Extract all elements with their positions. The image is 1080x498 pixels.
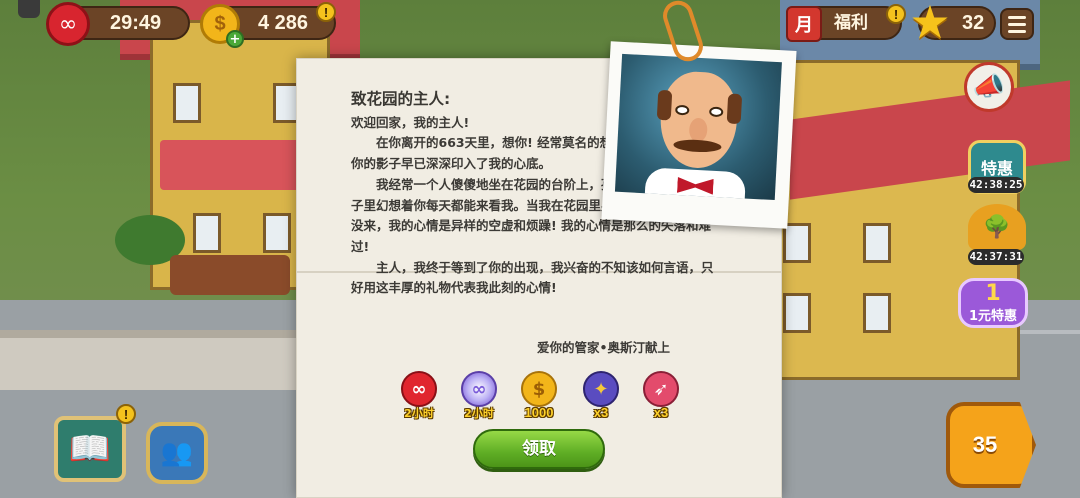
reward-label: x3 <box>593 405 609 420</box>
butler-shirt <box>644 167 747 201</box>
special-offer-timer: 42:38:25 <box>968 177 1024 193</box>
journal-alert-icon: ! <box>116 404 136 424</box>
one-yuan-offer-button[interactable]: 1 1元特惠 <box>958 278 1028 328</box>
rocket-icon: ➶ <box>643 371 679 407</box>
flowerbed <box>170 255 290 295</box>
reward-label: 2小时 <box>404 407 434 420</box>
bomb-icon: ✦ <box>583 371 619 407</box>
rainbow-infinity-icon: ∞ <box>461 371 497 407</box>
journal-icon: 📖 <box>68 429 112 469</box>
bonus-alert-icon: ! <box>886 4 906 24</box>
reward-coins: $ 1000 <box>515 371 563 427</box>
coins-alert-icon: ! <box>316 2 336 22</box>
coin-icon: $ <box>521 371 557 407</box>
level-number: 35 <box>972 432 998 457</box>
left-house-window <box>193 213 221 253</box>
coins-amount: 4 286 <box>258 12 309 34</box>
heart-icon: ∞ <box>401 371 437 407</box>
reward-bomb-booster: ✦ x3 <box>577 371 625 427</box>
claim-button[interactable]: 领取 <box>473 429 605 469</box>
special-offer-label: 特惠 <box>980 159 1013 178</box>
menu-icon-bar <box>1008 15 1026 19</box>
left-house-window <box>263 213 291 253</box>
letter-paragraph-3: 主人，我终于等到了你的出现，我兴奋的不知该如何言语，只好用这丰厚的礼物代表我此刻… <box>351 259 714 296</box>
megaphone-icon[interactable]: 📣 <box>964 62 1014 112</box>
reward-infinite-booster: ∞ 2小时 <box>455 371 503 427</box>
right-house-window <box>863 223 891 263</box>
reward-label: 1000 <box>524 405 554 420</box>
lives-timer: 29:49 <box>110 12 162 34</box>
lamp-decoration <box>18 0 40 18</box>
play-level-button[interactable]: 35 <box>946 402 1036 488</box>
right-house-window <box>863 293 891 333</box>
golden-tree-button[interactable]: 🌳 <box>968 204 1026 250</box>
butler-hair <box>656 89 673 121</box>
team-button[interactable]: 👥 <box>146 422 208 484</box>
left-house-window <box>173 83 201 123</box>
left-house-awning <box>160 140 300 190</box>
right-house-window <box>783 293 811 333</box>
right-house-window <box>783 223 811 263</box>
menu-icon-bar <box>1008 29 1026 33</box>
stone-fence <box>0 330 300 390</box>
calendar-icon: 月 <box>786 6 822 42</box>
one-yuan-number: 1 <box>985 280 1001 306</box>
bonus-label: 福利 <box>834 13 868 32</box>
butler-portrait <box>614 53 782 201</box>
star-icon: ★ <box>909 0 951 49</box>
reward-label: 2小时 <box>464 407 494 420</box>
team-icon: 👥 <box>160 438 194 468</box>
one-yuan-label: 1元特惠 <box>968 308 1018 324</box>
letter-signature: 爱你的管家•奥斯汀献上 <box>537 340 670 355</box>
butler-photo <box>601 41 797 229</box>
heart-icon[interactable]: ∞ <box>46 2 90 46</box>
reward-label: x3 <box>653 405 669 420</box>
reward-rocket-booster: ➶ x3 <box>637 371 685 427</box>
golden-tree-timer: 42:37:31 <box>968 249 1024 265</box>
menu-icon-bar <box>1008 22 1026 26</box>
add-coins-icon[interactable]: + <box>226 30 244 48</box>
stars-amount: 32 <box>962 12 985 34</box>
journal-button[interactable]: 📖 <box>54 416 126 482</box>
butler-hair <box>726 93 743 125</box>
reward-infinite-lives: ∞ 2小时 <box>395 371 443 427</box>
menu-button[interactable] <box>1000 8 1034 40</box>
